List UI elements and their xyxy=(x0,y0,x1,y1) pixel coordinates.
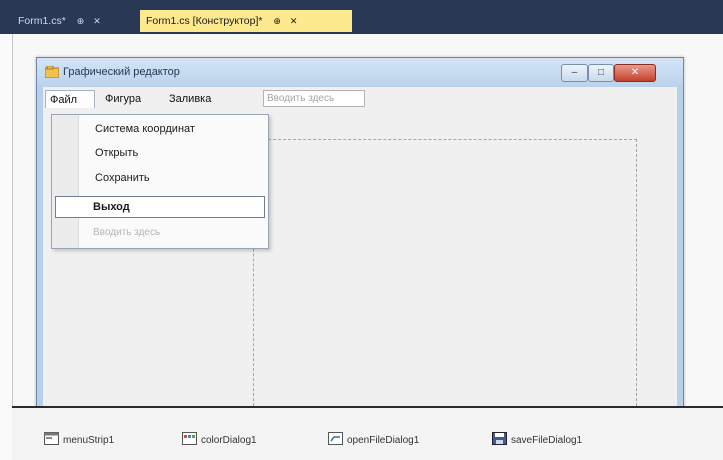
menu-type-here-input[interactable]: Вводить здесь xyxy=(263,90,365,107)
menu-file[interactable]: Файл xyxy=(45,90,95,108)
menu-item-save[interactable]: Сохранить xyxy=(95,167,150,189)
menu-item-open[interactable]: Открыть xyxy=(95,142,138,164)
tab-form1-designer[interactable]: Form1.cs [Конструктор]* ⊕ ✕ xyxy=(140,10,352,32)
tray-openfiledialog[interactable]: openFileDialog1 xyxy=(328,432,419,450)
menu-icon-gutter xyxy=(52,115,79,248)
maximize-button[interactable]: □ xyxy=(588,64,614,82)
tray-menustrip[interactable]: menuStrip1 xyxy=(44,432,114,450)
ide-tab-bar: Form1.cs* ⊕ ✕ Form1.cs [Конструктор]* ⊕ … xyxy=(0,0,723,34)
form-title-bar: Графический редактор – □ ✕ xyxy=(37,58,683,86)
minimize-button[interactable]: – xyxy=(561,64,588,82)
tray-label: menuStrip1 xyxy=(63,435,115,446)
file-dropdown-menu: Система координат Открыть Сохранить Выхо… xyxy=(51,114,269,249)
menu-item-coordinate-system[interactable]: Система координат xyxy=(95,118,195,140)
tray-label: colorDialog1 xyxy=(201,435,257,446)
colordialog-icon xyxy=(182,432,197,445)
menustrip-icon xyxy=(44,432,59,445)
tray-colordialog[interactable]: colorDialog1 xyxy=(182,432,257,450)
tab-form1-code[interactable]: Form1.cs* ⊕ ✕ xyxy=(12,10,140,32)
menu-strip: Файл Фигура Заливка Вводить здесь xyxy=(43,87,677,109)
close-icon[interactable]: ✕ xyxy=(93,16,101,26)
tray-label: openFileDialog1 xyxy=(347,435,420,446)
form-title: Графический редактор xyxy=(63,66,180,78)
pin-icon[interactable]: ⊕ xyxy=(273,16,281,26)
drawing-area[interactable] xyxy=(253,139,637,411)
dropdown-type-here-input[interactable]: Вводить здесь xyxy=(93,227,160,238)
form-app-icon xyxy=(45,66,59,78)
tray-label: saveFileDialog1 xyxy=(511,435,583,446)
close-button[interactable]: ✕ xyxy=(614,64,656,82)
tab-label: Form1.cs* xyxy=(18,15,66,27)
pin-icon[interactable]: ⊕ xyxy=(77,16,85,26)
openfiledialog-icon xyxy=(328,432,343,445)
tab-label: Form1.cs [Конструктор]* xyxy=(146,15,263,27)
savefiledialog-icon xyxy=(492,432,507,445)
close-icon[interactable]: ✕ xyxy=(290,16,298,26)
component-tray: menuStrip1 colorDialog1 openFileDialog1 … xyxy=(12,408,723,460)
menu-item-exit[interactable]: Выход xyxy=(93,196,130,218)
menu-shapes[interactable]: Фигура xyxy=(101,90,145,108)
tray-savefiledialog[interactable]: saveFileDialog1 xyxy=(492,432,582,450)
menu-item-highlight xyxy=(55,196,265,218)
menu-fill[interactable]: Заливка xyxy=(165,90,215,108)
